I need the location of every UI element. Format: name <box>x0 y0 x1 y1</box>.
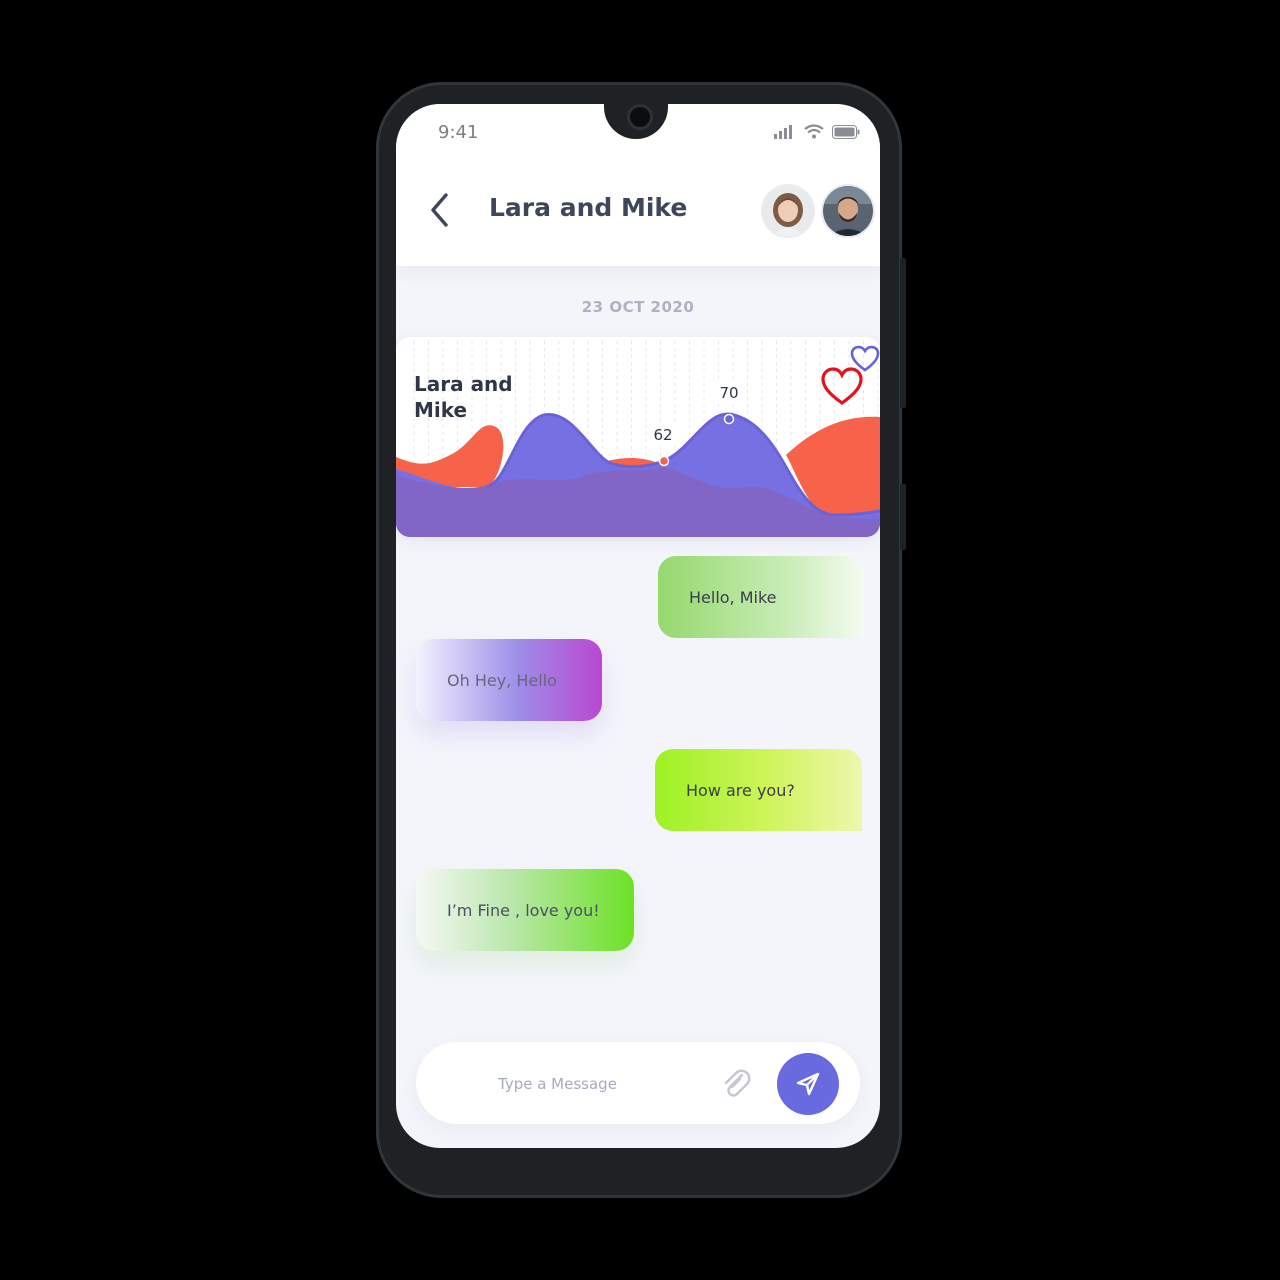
chat-title: Lara and Mike <box>489 193 688 222</box>
area-chart: 62 70 <box>396 341 880 537</box>
front-camera <box>627 104 653 130</box>
annotation-point-70 <box>723 413 735 425</box>
power-button <box>900 484 906 550</box>
status-icons <box>774 124 860 139</box>
back-button[interactable] <box>426 192 456 228</box>
message-text: Oh Hey, Hello <box>447 670 557 690</box>
chevron-left-icon <box>431 193 448 227</box>
chart-title: Lara and Mike <box>414 372 513 422</box>
avatar-lara[interactable] <box>761 184 815 238</box>
message-input[interactable] <box>496 1068 700 1100</box>
send-button[interactable] <box>777 1053 839 1115</box>
heart-blue-icon[interactable] <box>850 345 880 373</box>
signal-icon <box>774 125 792 139</box>
avatar-woman-image <box>763 186 813 236</box>
message-bubble-sent[interactable]: How are you? <box>655 749 862 831</box>
annotation-point-62 <box>658 455 670 467</box>
screen: 9:41 Lara and Mike 23 OCT 2020 62 70 Lar… <box>396 104 880 1148</box>
avatar-mike[interactable] <box>821 184 875 238</box>
annotation-label-62: 62 <box>653 426 672 444</box>
message-text: How are you? <box>686 780 795 800</box>
volume-button <box>900 258 906 408</box>
heart-rate-chart-card: 62 70 Lara and Mike <box>396 337 880 537</box>
paperclip-icon <box>724 1069 751 1097</box>
message-bubble-sent[interactable]: Hello, Mike <box>658 556 864 638</box>
message-text: I’m Fine , love you! <box>447 900 600 920</box>
send-icon <box>796 1072 820 1096</box>
heart-red-icon[interactable] <box>820 367 864 407</box>
message-bubble-received[interactable]: I’m Fine , love you! <box>416 869 634 951</box>
message-bubble-received[interactable]: Oh Hey, Hello <box>416 639 602 721</box>
annotation-label-70: 70 <box>719 384 738 402</box>
message-text: Hello, Mike <box>689 587 777 607</box>
avatar-man-image <box>823 186 873 236</box>
wifi-icon <box>804 124 824 139</box>
battery-icon <box>832 125 860 139</box>
chat-date: 23 OCT 2020 <box>581 298 695 316</box>
status-time: 9:41 <box>438 122 479 143</box>
message-composer <box>416 1042 860 1124</box>
attach-button[interactable] <box>718 1066 752 1100</box>
